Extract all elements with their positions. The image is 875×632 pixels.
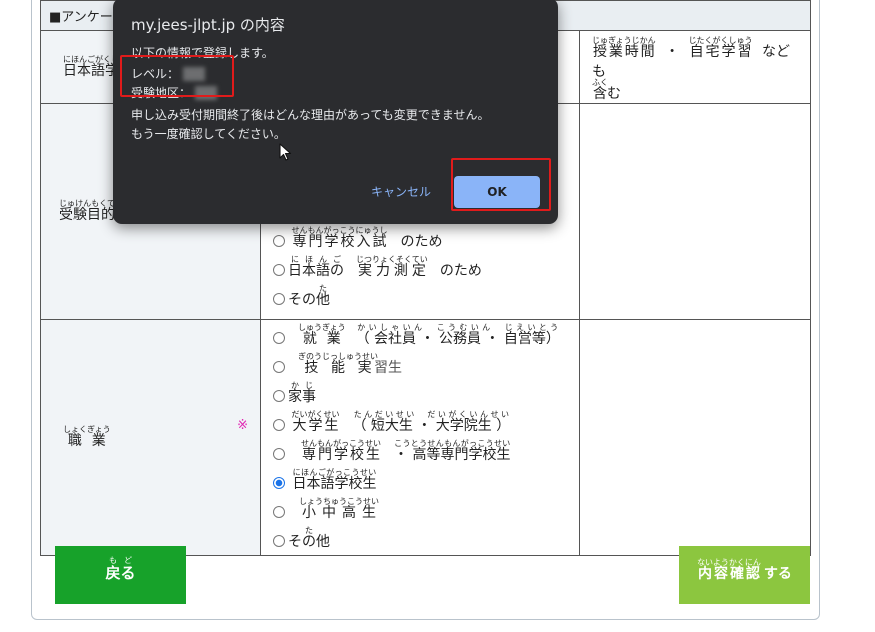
occupation-option-employed[interactable]: 就業しゅうぎょう （ 会社員 ・ 公務員 ・ 自営等）かいしゃいん こうむいん … (273, 323, 579, 349)
required-mark: ※ (237, 418, 248, 433)
mouse-pointer-icon (279, 143, 292, 161)
cancel-button[interactable]: キャンセル (361, 177, 441, 207)
radio-icon[interactable] (273, 448, 285, 460)
radio-icon[interactable] (273, 535, 285, 547)
occupation-option-japanese-school[interactable]: 日本語学校生にほんごがっこうせい (273, 468, 579, 494)
occupation-label-cell: 職業しょくぎょう ※ (40, 319, 261, 556)
radio-icon[interactable] (273, 419, 285, 431)
radio-icon[interactable] (273, 506, 285, 518)
occupation-option-trainee[interactable]: 技能実ぎのうじっしゅうせい習生 (273, 352, 579, 378)
dialog-warning-2: もう一度確認してください。 (131, 127, 286, 141)
purpose-option-proficiency[interactable]: 日本語のにほんご 実力測定じつりょくそくてい のため (273, 255, 579, 281)
purpose-label: 受験目的 (59, 207, 115, 223)
dialog-title: my.jees-jlpt.jp の内容 (131, 16, 285, 34)
occupation-option-other[interactable]: その他た (273, 526, 579, 552)
occupation-note-cell (578, 319, 812, 556)
japanese-study-label: 日本語学 (63, 62, 119, 79)
purpose-option-vocational[interactable]: 専門学校入試せんもんがっこうにゅうし のため (273, 226, 579, 252)
japanese-study-note-cell: 授業時間じゅぎょうじかん ・ 自宅学習じたくがくしゅう なども 含ふくむ (578, 30, 812, 104)
occupation-option-student[interactable]: 小中高生しょうちゅうこうせい (273, 497, 579, 523)
section-header-text: ■アンケー (49, 10, 113, 25)
occupation-option-university[interactable]: 大学生だいがくせい （ 短大生 ・ 大学院生 ）たんだいせい だいがくいんせい (273, 410, 579, 436)
purpose-note-cell (578, 103, 812, 320)
highlight-box-info (120, 55, 234, 97)
radio-icon[interactable] (273, 264, 285, 276)
occupation-label: 職業 (63, 433, 111, 449)
highlight-box-ok (451, 158, 551, 211)
confirm-button[interactable]: 内容確認ないようかくにんする (679, 546, 810, 604)
back-button[interactable]: 戻るもど (55, 546, 186, 604)
occupation-options-cell: 就業しゅうぎょう （ 会社員 ・ 公務員 ・ 自営等）かいしゃいん こうむいん … (260, 319, 580, 556)
purpose-option-other[interactable]: その他た (273, 284, 579, 310)
radio-icon[interactable] (273, 293, 285, 305)
occupation-option-vocational[interactable]: 専門学校生せんもんがっこうせい ・ 高等専門学校生こうとうせんもんがっこうせい (273, 439, 579, 465)
radio-icon[interactable] (273, 361, 285, 373)
radio-selected-icon[interactable] (273, 477, 285, 489)
radio-icon[interactable] (273, 235, 285, 247)
confirm-dialog: my.jees-jlpt.jp の内容 以下の情報で登録します。 レベル： 受験… (113, 0, 558, 224)
radio-icon[interactable] (273, 390, 285, 402)
occupation-option-housework[interactable]: 家事かじ (273, 381, 579, 407)
japanese-study-note: 授業時間じゅぎょうじかん ・ 自宅学習じたくがくしゅう なども 含ふくむ (592, 36, 791, 102)
radio-icon[interactable] (273, 332, 285, 344)
dialog-warning-1: 申し込み受付期間終了後はどんな理由があっても変更できません。 (131, 108, 490, 122)
